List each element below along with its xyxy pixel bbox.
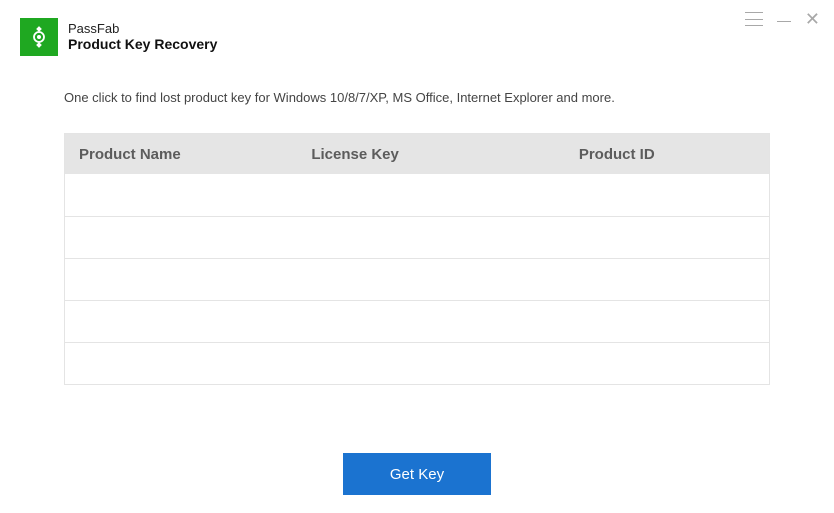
table-header: Product Name License Key Product ID [65, 134, 769, 174]
main-content: One click to find lost product key for W… [0, 56, 834, 385]
menu-icon[interactable] [745, 12, 763, 26]
table-row [65, 216, 769, 258]
footer: Get Key [0, 453, 834, 495]
table-row [65, 342, 769, 384]
close-button[interactable]: ✕ [805, 10, 820, 28]
minimize-button[interactable] [777, 10, 791, 28]
description-text: One click to find lost product key for W… [64, 90, 770, 105]
app-header: PassFab Product Key Recovery [0, 0, 834, 56]
table-body [65, 174, 769, 384]
column-license-key: License Key [297, 146, 565, 163]
results-table: Product Name License Key Product ID [64, 133, 770, 385]
table-row [65, 300, 769, 342]
app-logo-icon [20, 18, 58, 56]
app-name: PassFab [68, 21, 217, 37]
table-row [65, 258, 769, 300]
column-product-name: Product Name [65, 146, 297, 163]
table-row [65, 174, 769, 216]
window-controls: ✕ [745, 10, 820, 28]
get-key-button[interactable]: Get Key [343, 453, 491, 495]
app-subtitle: Product Key Recovery [68, 36, 217, 53]
column-product-id: Product ID [565, 146, 769, 163]
